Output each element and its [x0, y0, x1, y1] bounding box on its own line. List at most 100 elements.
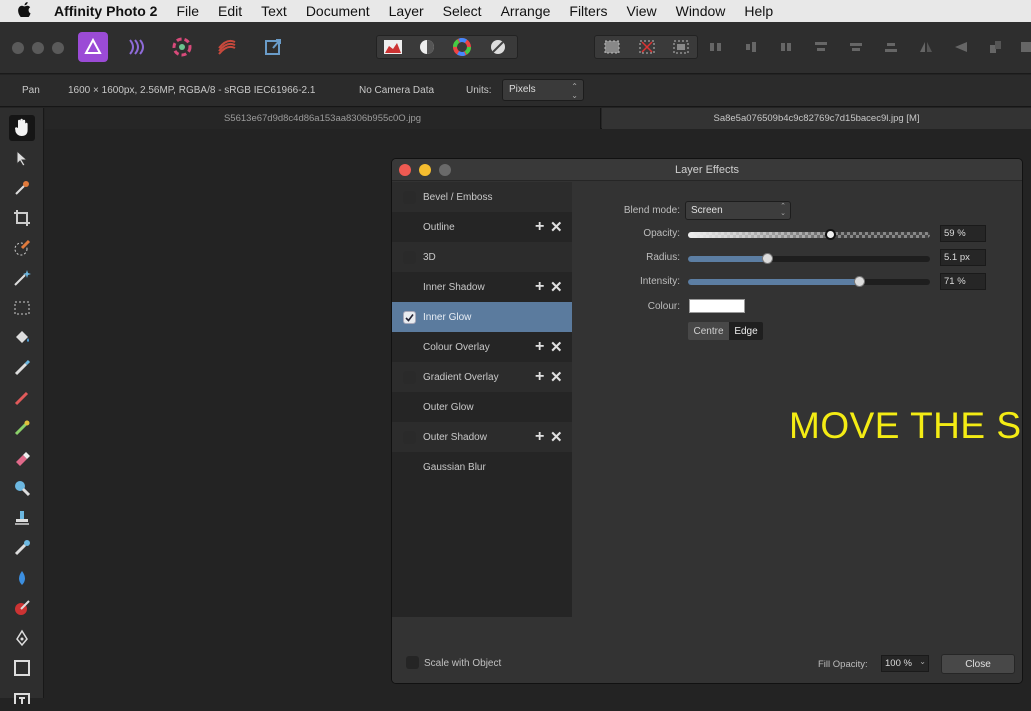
- add-effect-icon[interactable]: +: [535, 278, 544, 296]
- intensity-slider-track[interactable]: [688, 276, 930, 287]
- align-bottom-icon[interactable]: [880, 36, 902, 58]
- remove-effect-icon[interactable]: ✕: [550, 428, 563, 446]
- align-top-icon[interactable]: [810, 36, 832, 58]
- develop-persona-icon[interactable]: [167, 32, 197, 62]
- app-name[interactable]: Affinity Photo 2: [54, 3, 157, 19]
- dialog-close-dot[interactable]: [399, 164, 411, 176]
- align-left-icon[interactable]: [705, 36, 727, 58]
- effect-checkbox[interactable]: [403, 250, 416, 264]
- effect-outer-glow[interactable]: Outer Glow: [392, 392, 572, 422]
- effect-checkbox[interactable]: [403, 430, 416, 444]
- menu-document[interactable]: Document: [306, 3, 370, 19]
- arrange-icon[interactable]: [985, 36, 1007, 58]
- align-center-icon[interactable]: [740, 36, 762, 58]
- centre-toggle[interactable]: Centre: [688, 322, 729, 340]
- close-button[interactable]: Close: [941, 654, 1015, 674]
- levels-icon[interactable]: [382, 36, 404, 58]
- menu-file[interactable]: File: [176, 3, 199, 19]
- intensity-slider-knob[interactable]: [853, 276, 865, 287]
- tab-document-2[interactable]: Sa8e5a076509b4c9c82769c7d15bacec9l.jpg […: [602, 108, 1031, 129]
- window-zoom-dot[interactable]: [52, 42, 64, 54]
- colour-picker-tool-icon[interactable]: [9, 175, 35, 201]
- remove-effect-icon[interactable]: ✕: [550, 218, 563, 236]
- tab-document-1[interactable]: S5613e67d9d8c4d86a153aa8306b955c0O.jpg: [45, 108, 601, 129]
- marquee-tool-icon[interactable]: [9, 295, 35, 321]
- intensity-value-field[interactable]: 71 %: [940, 273, 986, 290]
- crop-tool-icon[interactable]: [9, 205, 35, 231]
- remove-effect-icon[interactable]: ✕: [550, 338, 563, 356]
- effect-gaussian-blur[interactable]: Gaussian Blur: [392, 452, 572, 482]
- red-eye-tool-icon[interactable]: [9, 595, 35, 621]
- effect-checkbox[interactable]: [403, 370, 416, 384]
- more-toolbar-icon[interactable]: [1015, 36, 1031, 58]
- effect-3d[interactable]: 3D: [392, 242, 572, 272]
- align-right-icon[interactable]: [775, 36, 797, 58]
- scale-with-object-checkbox[interactable]: [406, 656, 419, 669]
- menu-arrange[interactable]: Arrange: [501, 3, 551, 19]
- pen-tool-icon[interactable]: [9, 625, 35, 651]
- selection-brush-tool-icon[interactable]: [9, 235, 35, 261]
- text-tool-icon[interactable]: [9, 685, 35, 711]
- add-effect-icon[interactable]: +: [535, 338, 544, 356]
- effect-inner-shadow[interactable]: Inner Shadow + ✕: [392, 272, 572, 302]
- add-effect-icon[interactable]: +: [535, 368, 544, 386]
- remove-effect-icon[interactable]: ✕: [550, 278, 563, 296]
- colour-swatch[interactable]: [689, 299, 745, 313]
- export-persona-icon[interactable]: [258, 32, 288, 62]
- pencil-tool-icon[interactable]: [9, 385, 35, 411]
- radius-slider-knob[interactable]: [761, 253, 773, 264]
- menu-layer[interactable]: Layer: [389, 3, 424, 19]
- effect-gradient-overlay[interactable]: Gradient Overlay + ✕: [392, 362, 572, 392]
- contrast-icon[interactable]: [416, 36, 438, 58]
- deselect-icon[interactable]: [636, 36, 658, 58]
- stamp-tool-icon[interactable]: [9, 505, 35, 531]
- liquify-persona-icon[interactable]: [122, 32, 152, 62]
- window-close-dot[interactable]: [12, 42, 24, 54]
- menu-edit[interactable]: Edit: [218, 3, 242, 19]
- units-select[interactable]: Pixels ⌃ ⌄: [502, 79, 584, 101]
- auto-adjust-icon[interactable]: [487, 36, 509, 58]
- blur-tool-icon[interactable]: [9, 565, 35, 591]
- flip-horizontal-icon[interactable]: [915, 36, 937, 58]
- move-tool-icon[interactable]: [9, 145, 35, 171]
- effect-checkbox[interactable]: [403, 190, 416, 204]
- effect-checkbox-checked[interactable]: [403, 310, 416, 324]
- flood-select-tool-icon[interactable]: [9, 265, 35, 291]
- blend-mode-select[interactable]: Screen ⌃ ⌄: [685, 201, 791, 220]
- effect-inner-glow[interactable]: Inner Glow: [392, 302, 572, 332]
- flip-vertical-icon[interactable]: [950, 36, 972, 58]
- add-effect-icon[interactable]: +: [535, 428, 544, 446]
- apple-icon[interactable]: [18, 1, 40, 21]
- radius-value-field[interactable]: 5.1 px: [940, 249, 986, 266]
- effect-outline[interactable]: Outline + ✕: [392, 212, 572, 242]
- rectangle-tool-icon[interactable]: [9, 655, 35, 681]
- menu-filters[interactable]: Filters: [569, 3, 607, 19]
- effect-colour-overlay[interactable]: Colour Overlay + ✕: [392, 332, 572, 362]
- opacity-value-field[interactable]: 59 %: [940, 225, 986, 242]
- opacity-slider-knob[interactable]: [824, 229, 836, 240]
- invert-selection-icon[interactable]: [670, 36, 692, 58]
- menu-select[interactable]: Select: [443, 3, 482, 19]
- menu-help[interactable]: Help: [744, 3, 773, 19]
- smudge-tool-icon[interactable]: [9, 535, 35, 561]
- remove-effect-icon[interactable]: ✕: [550, 368, 563, 386]
- menu-text[interactable]: Text: [261, 3, 287, 19]
- menu-window[interactable]: Window: [676, 3, 726, 19]
- photo-persona-icon[interactable]: [78, 32, 108, 62]
- flood-fill-tool-icon[interactable]: [9, 325, 35, 351]
- window-minimize-dot[interactable]: [32, 42, 44, 54]
- tone-mapping-persona-icon[interactable]: [212, 32, 242, 62]
- paint-brush-tool-icon[interactable]: [9, 355, 35, 381]
- select-all-icon[interactable]: [601, 36, 623, 58]
- dialog-minimize-dot[interactable]: [419, 164, 431, 176]
- erase-brush-tool-icon[interactable]: [9, 445, 35, 471]
- colour-wheel-icon[interactable]: [451, 36, 473, 58]
- radius-slider-track[interactable]: [688, 253, 930, 264]
- chevron-down-icon[interactable]: ⌄: [919, 657, 926, 666]
- dialog-title-bar[interactable]: Layer Effects: [392, 159, 1022, 181]
- clone-brush-tool-icon[interactable]: [9, 415, 35, 441]
- hand-tool-icon[interactable]: [9, 115, 35, 141]
- align-middle-icon[interactable]: [845, 36, 867, 58]
- effect-outer-shadow[interactable]: Outer Shadow + ✕: [392, 422, 572, 452]
- opacity-slider-track[interactable]: [688, 229, 930, 240]
